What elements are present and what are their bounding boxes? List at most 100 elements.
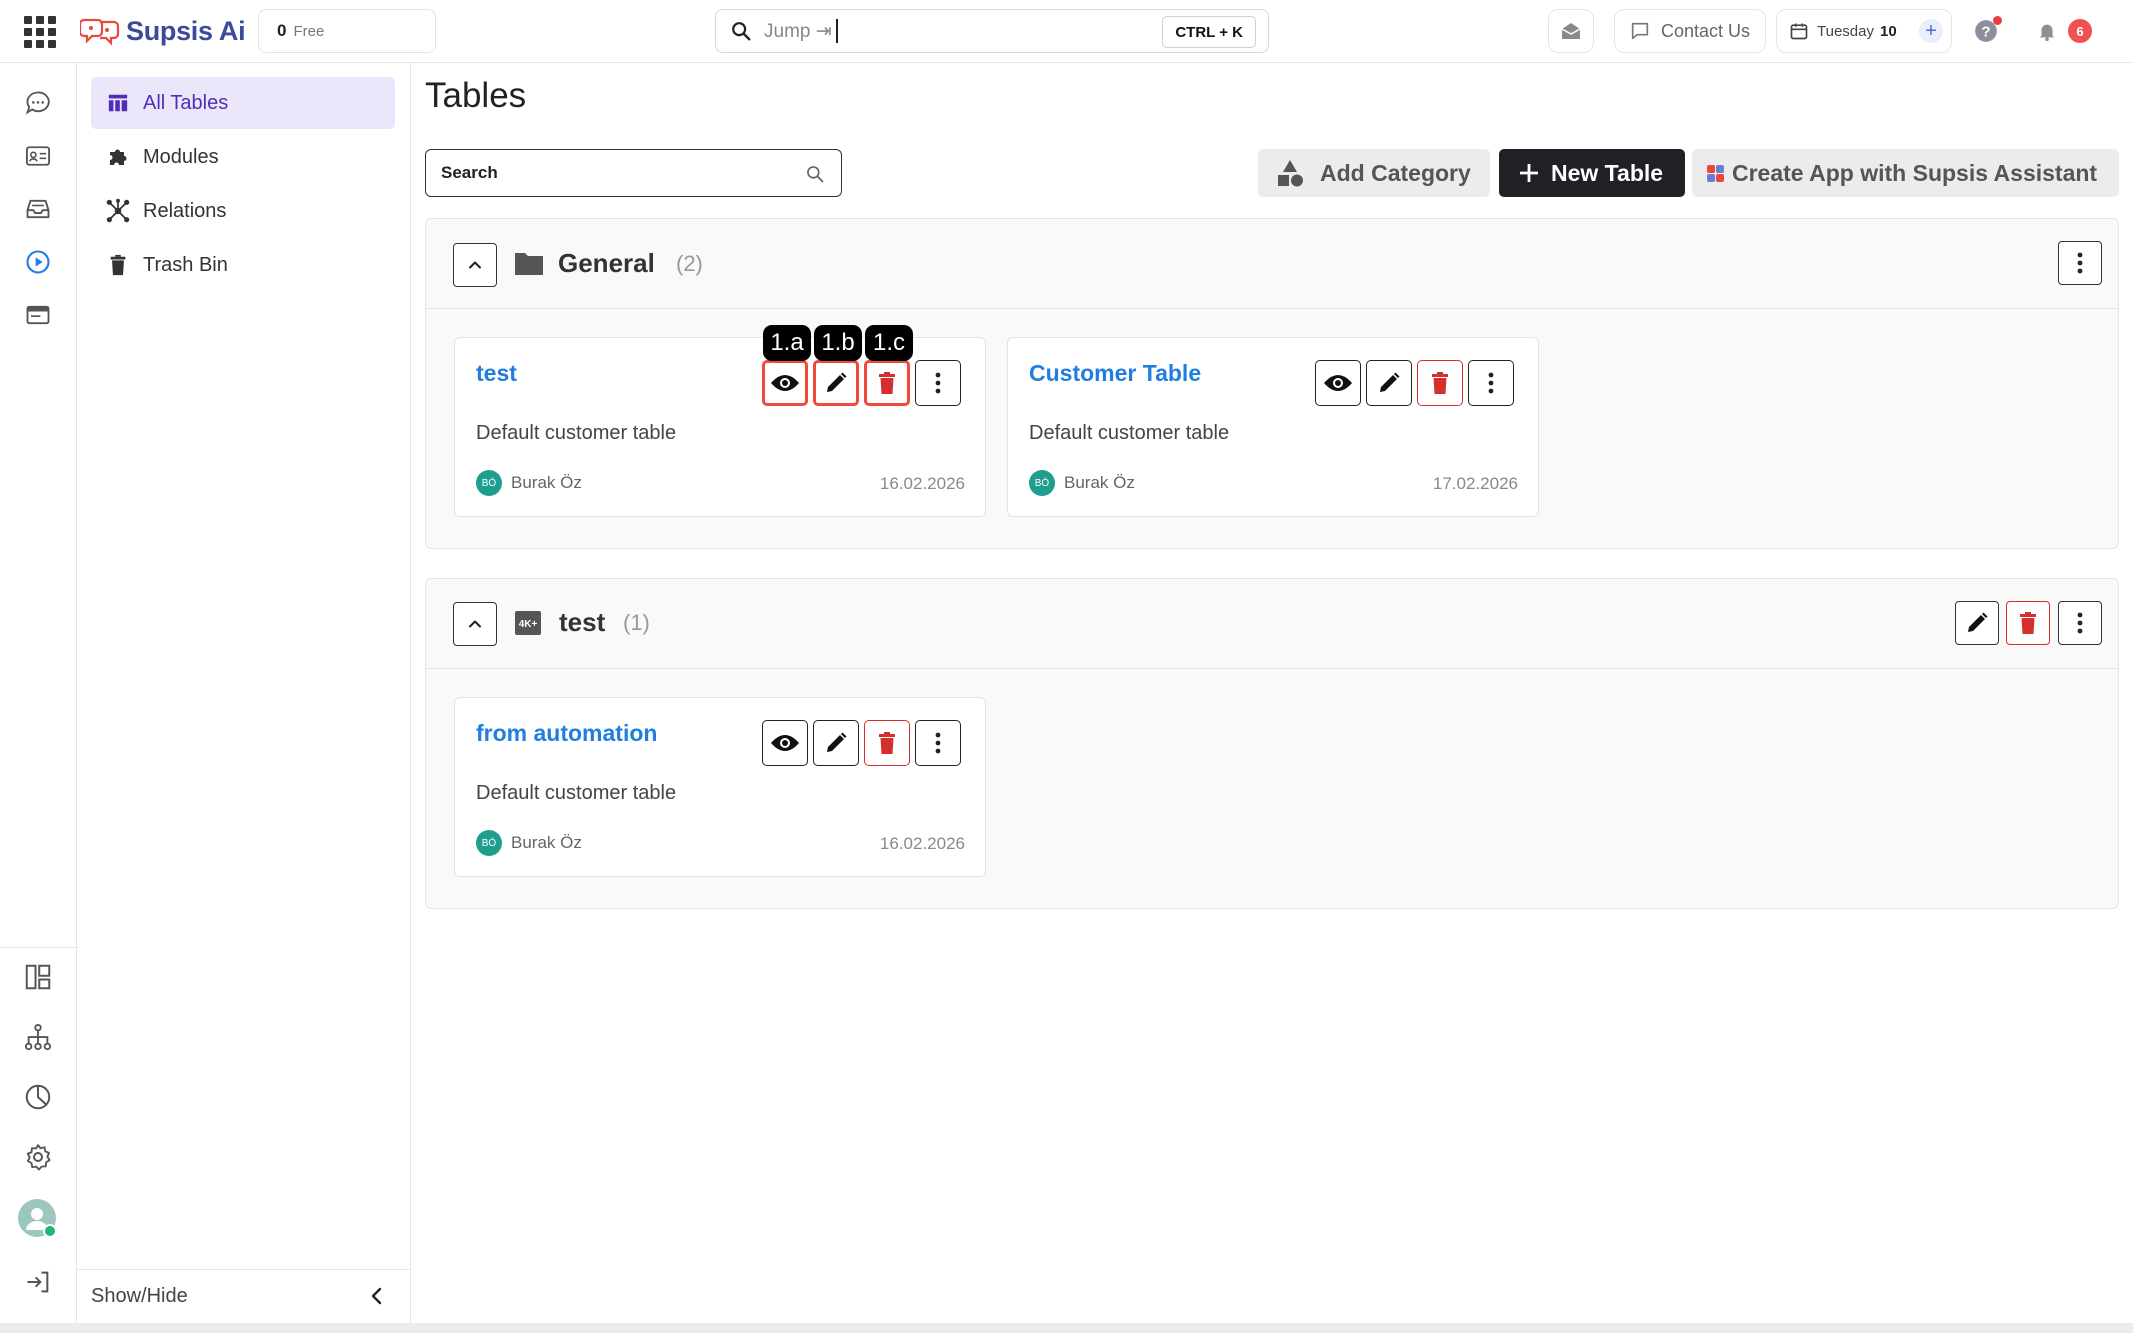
table-description: Default customer table — [1029, 422, 1230, 444]
help-dot-indicator — [1993, 16, 2002, 25]
delete-category-button[interactable] — [2006, 601, 2050, 645]
puzzle-icon — [105, 144, 131, 170]
table-description: Default customer table — [476, 422, 677, 444]
kebab-menu-icon — [935, 732, 941, 754]
show-hide-toggle[interactable]: Show/Hide — [77, 1269, 411, 1323]
category-general: General (2) test 1.a 1.b 1.c Default cus… — [425, 218, 2119, 549]
category-test: 4K+ test (1) from automation Default cus… — [425, 578, 2119, 909]
edit-table-button[interactable]: 1.b — [813, 325, 862, 406]
rail-window-icon[interactable] — [22, 299, 54, 331]
eye-icon — [1324, 375, 1352, 391]
collapse-category-button[interactable] — [453, 602, 497, 646]
table-search-input[interactable]: Search — [425, 149, 842, 197]
category-more-button[interactable] — [2058, 601, 2102, 645]
sidebar-item-label: Relations — [143, 199, 227, 222]
apps-grid-icon[interactable] — [24, 16, 56, 48]
assistant-icon — [1707, 165, 1724, 182]
rail-chat-icon[interactable] — [22, 87, 54, 119]
page-title: Tables — [425, 76, 527, 115]
trash-icon — [2020, 612, 2036, 634]
calendar-chip[interactable]: Tuesday 10 + — [1776, 9, 1952, 53]
rail-settings-icon[interactable] — [22, 1141, 54, 1173]
rail-contacts-icon[interactable] — [22, 140, 54, 172]
sidebar-item-trash-bin[interactable]: Trash Bin — [91, 239, 395, 291]
add-category-button[interactable]: Add Category — [1258, 149, 1490, 197]
jump-search-input[interactable]: Jump ⇥ CTRL + K — [715, 9, 1269, 53]
view-table-button[interactable] — [762, 720, 808, 766]
view-table-button[interactable]: 1.a — [762, 325, 811, 406]
avatar: BÖ — [476, 830, 502, 856]
sidebar-item-relations[interactable]: Relations — [91, 185, 395, 237]
table-more-button[interactable] — [915, 360, 961, 406]
rail-logout-icon[interactable] — [22, 1266, 54, 1298]
date-number: 10 — [1879, 22, 1897, 40]
new-table-label: New Table — [1551, 159, 1664, 186]
chevron-up-icon — [469, 261, 481, 269]
create-app-assistant-button[interactable]: Create App with Supsis Assistant — [1692, 149, 2119, 197]
edit-table-button[interactable] — [1366, 360, 1412, 406]
pencil-icon — [827, 372, 847, 392]
table-more-button[interactable] — [915, 720, 961, 766]
edit-category-button[interactable] — [1955, 601, 1999, 645]
category-more-button[interactable] — [2058, 241, 2102, 285]
jump-placeholder: Jump ⇥ — [764, 20, 832, 42]
category-header: General (2) — [426, 219, 2118, 309]
trash-icon — [105, 252, 131, 278]
brand-logo[interactable]: Supsis Ai — [80, 12, 246, 50]
table-owner: BÖ Burak Öz — [476, 830, 582, 856]
table-more-button[interactable] — [1468, 360, 1514, 406]
sidebar-item-all-tables[interactable]: All Tables — [91, 77, 395, 129]
rail-play-icon[interactable] — [22, 246, 54, 278]
notification-count-badge: 6 — [2068, 19, 2092, 43]
help-button[interactable]: ? — [1962, 9, 2010, 53]
rail-inbox-icon[interactable] — [22, 193, 54, 225]
inbox-button[interactable] — [1548, 9, 1594, 53]
owner-name: Burak Öz — [511, 833, 582, 852]
notifications-button[interactable]: 6 — [2022, 9, 2094, 53]
delete-table-button[interactable] — [1417, 360, 1463, 406]
kebab-menu-icon — [2077, 252, 2083, 274]
annotation-tag: 1.a — [763, 325, 811, 361]
table-card-customer-table[interactable]: Customer Table Default customer table BÖ… — [1007, 337, 1539, 517]
relations-icon — [105, 198, 131, 224]
kebab-menu-icon — [935, 372, 941, 394]
delete-table-button[interactable]: 1.c — [864, 325, 913, 406]
table-title[interactable]: Customer Table — [1029, 360, 1201, 387]
shapes-icon — [1278, 160, 1303, 187]
chevron-left-icon — [371, 1287, 382, 1305]
svg-text:?: ? — [1981, 23, 1990, 40]
edit-table-button[interactable] — [813, 720, 859, 766]
category-count: (1) — [623, 610, 650, 635]
table-title[interactable]: from automation — [476, 720, 657, 747]
brand-name: Supsis Ai — [126, 15, 246, 46]
table-card-test[interactable]: test 1.a 1.b 1.c Default customer table … — [454, 325, 986, 517]
new-table-button[interactable]: New Table — [1499, 149, 1685, 197]
bell-icon — [2039, 24, 2055, 42]
rail-reports-icon[interactable] — [22, 1081, 54, 1113]
sidebar-item-modules[interactable]: Modules — [91, 131, 395, 183]
rail-hierarchy-icon[interactable] — [22, 1021, 54, 1053]
table-card-from-automation[interactable]: from automation Default customer table B… — [454, 697, 986, 877]
collapse-category-button[interactable] — [453, 243, 497, 287]
delete-table-button[interactable] — [864, 720, 910, 766]
mail-open-icon — [1561, 23, 1581, 39]
trash-icon — [879, 732, 895, 754]
owner-name: Burak Öz — [511, 473, 582, 492]
rail-layout-icon[interactable] — [22, 961, 54, 993]
pencil-icon — [1380, 372, 1400, 392]
table-title[interactable]: test — [476, 360, 517, 387]
search-icon — [732, 22, 751, 41]
4k-icon: 4K+ — [515, 611, 541, 635]
user-avatar[interactable] — [17, 1198, 57, 1238]
contact-us-button[interactable]: Contact Us — [1614, 9, 1766, 53]
table-owner: BÖ Burak Öz — [476, 470, 582, 496]
plan-badge[interactable]: 0 Free — [258, 9, 436, 53]
view-table-button[interactable] — [1315, 360, 1361, 406]
tables-sidebar: All Tables Modules Relations Trash Bin S… — [77, 63, 411, 1323]
pencil-icon — [827, 732, 847, 752]
table-date: 16.02.2026 — [879, 474, 965, 493]
add-event-icon[interactable]: + — [1919, 19, 1943, 43]
chevron-up-icon — [469, 620, 481, 628]
kebab-menu-icon — [2077, 612, 2083, 634]
show-hide-label: Show/Hide — [91, 1285, 188, 1307]
